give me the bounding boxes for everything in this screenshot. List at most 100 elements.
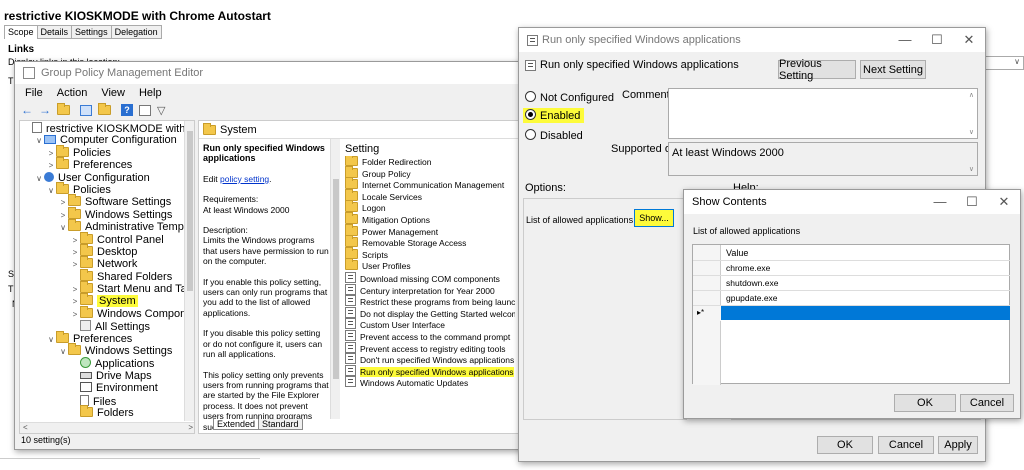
- setting-folder-item[interactable]: Logon: [345, 200, 515, 214]
- tree-node[interactable]: ∨ Policies: [22, 181, 184, 196]
- tree-node[interactable]: All Settings: [22, 320, 184, 333]
- previous-setting-button[interactable]: Previous Setting: [778, 58, 856, 82]
- filter-icon[interactable]: ▽: [157, 104, 165, 117]
- ok-button[interactable]: OK: [817, 436, 873, 454]
- setting-policy-item[interactable]: Download missing COM components: [345, 271, 515, 284]
- close-icon[interactable]: ✕: [953, 32, 985, 48]
- setting-policy-item[interactable]: Custom User Interface: [345, 318, 515, 330]
- tree-node[interactable]: > Desktop: [22, 243, 184, 258]
- tree-node[interactable]: Files: [22, 394, 184, 408]
- setting-folder-item[interactable]: Internet Communication Management: [345, 177, 515, 191]
- tree-caret[interactable]: ∨: [58, 346, 68, 358]
- enabled-radio[interactable]: Enabled: [523, 108, 585, 123]
- setting-folder-item[interactable]: User Profiles: [345, 258, 515, 272]
- value-row[interactable]: gpupdate.exe: [693, 290, 1010, 305]
- setting-column-header[interactable]: Setting: [345, 143, 379, 155]
- tree-node[interactable]: Applications: [22, 357, 184, 370]
- value-column-header[interactable]: Value: [726, 248, 748, 258]
- gpo-tab-details[interactable]: Details: [36, 25, 73, 39]
- background-dropdown[interactable]: ∨: [985, 56, 1024, 70]
- tree-node[interactable]: ∨ Computer Configuration: [22, 134, 184, 146]
- up-folder-icon[interactable]: [57, 103, 70, 115]
- minimize-icon[interactable]: —: [889, 32, 921, 48]
- explain-scrollbar[interactable]: [330, 139, 340, 419]
- tree-node[interactable]: ∨ Administrative Templates: Po: [22, 219, 194, 234]
- back-arrow-icon[interactable]: ←: [21, 103, 33, 117]
- comment-field[interactable]: ∧ ∨: [668, 88, 978, 139]
- value-row[interactable]: chrome.exe: [693, 260, 1010, 275]
- tree-node[interactable]: > System: [22, 293, 184, 308]
- setting-policy-item[interactable]: Century interpretation for Year 2000: [345, 283, 515, 296]
- value-cell[interactable]: shutdown.exe: [726, 278, 778, 288]
- not-configured-radio[interactable]: Not Configured: [525, 91, 614, 104]
- next-setting-button[interactable]: Next Setting: [860, 60, 926, 79]
- tree-node[interactable]: >Windows Components: [22, 305, 194, 320]
- menu-view[interactable]: View: [101, 87, 125, 99]
- value-cell[interactable]: gpupdate.exe: [726, 293, 778, 303]
- menu-file[interactable]: File: [25, 87, 43, 99]
- setting-folder-item[interactable]: Scripts: [345, 246, 515, 261]
- tree-caret[interactable]: ∨: [46, 334, 56, 346]
- setting-folder-item[interactable]: Mitigation Options: [345, 211, 515, 226]
- tree-node[interactable]: >Start Menu and Taskbar: [22, 281, 194, 295]
- value-row[interactable]: shutdown.exe: [693, 275, 1010, 290]
- maximize-icon[interactable]: ☐: [921, 32, 953, 48]
- tree-node[interactable]: Drive Maps: [22, 370, 184, 382]
- tree-scrollbar[interactable]: [184, 121, 194, 421]
- help-icon[interactable]: ?: [121, 104, 133, 116]
- show-tree-icon[interactable]: [80, 104, 92, 116]
- minimize-icon[interactable]: —: [924, 194, 956, 210]
- tree-node[interactable]: ∨ Preferences: [22, 330, 184, 346]
- setting-folder-item[interactable]: Power Management: [345, 223, 515, 238]
- tab-standard[interactable]: Standard: [259, 419, 303, 430]
- close-icon[interactable]: ✕: [988, 194, 1020, 210]
- edit-policy-link[interactable]: policy setting: [220, 174, 269, 184]
- setting-folder-item[interactable]: Folder Redirection: [345, 156, 515, 168]
- tree-node[interactable]: > Policies: [22, 144, 184, 159]
- setting-policy-item[interactable]: Prevent access to registry editing tools: [345, 341, 515, 354]
- tree-caret[interactable]: >: [46, 160, 56, 172]
- gpo-tab-scope[interactable]: Scope: [4, 25, 38, 39]
- apply-button[interactable]: Apply: [938, 436, 978, 454]
- tree-node[interactable]: > Preferences: [22, 157, 184, 172]
- tree-node[interactable]: Environment: [22, 382, 184, 394]
- view-icon[interactable]: [139, 104, 151, 116]
- setting-policy-item[interactable]: Prevent access to the command prompt: [345, 329, 515, 342]
- tree-hscrollbar[interactable]: < >: [20, 422, 194, 433]
- tree-caret[interactable]: ∨: [34, 173, 44, 185]
- cancel-button[interactable]: Cancel: [878, 436, 934, 454]
- show-ok-button[interactable]: OK: [894, 394, 956, 412]
- tree-caret[interactable]: ∨: [34, 135, 44, 147]
- show-cancel-button[interactable]: Cancel: [960, 394, 1014, 412]
- tree-node[interactable]: Shared Folders: [22, 268, 184, 283]
- tree-node[interactable]: > Control Panel: [22, 231, 184, 246]
- setting-policy-item[interactable]: Restrict these programs from being launc…: [345, 295, 515, 307]
- setting-policy-item[interactable]: Don't run specified Windows applications: [345, 353, 515, 365]
- export-icon[interactable]: [98, 103, 111, 115]
- setting-policy-item[interactable]: Do not display the Getting Started welco…: [345, 306, 515, 319]
- value-cell[interactable]: chrome.exe: [726, 263, 770, 273]
- show-button[interactable]: Show...: [634, 209, 674, 227]
- new-value-row[interactable]: ▸*: [693, 305, 1010, 321]
- tree-node[interactable]: ∨ User Configuration: [22, 171, 184, 185]
- tree-node[interactable]: restrictive KIOSKMODE with Chrome Au: [22, 122, 194, 135]
- tree-node[interactable]: > Windows Settings: [22, 206, 184, 221]
- tree-caret[interactable]: ∨: [58, 222, 68, 234]
- forward-arrow-icon[interactable]: →: [39, 103, 51, 117]
- gpo-tab-settings[interactable]: Settings: [71, 25, 112, 39]
- tree-node[interactable]: ∨ Windows Settings: [22, 343, 184, 358]
- setting-folder-item[interactable]: Group Policy: [345, 165, 515, 180]
- tree-caret[interactable]: >: [58, 197, 68, 209]
- tab-extended[interactable]: Extended: [213, 419, 260, 430]
- gpo-tab-delegation[interactable]: Delegation: [110, 25, 162, 39]
- tree-node[interactable]: > Network: [22, 256, 184, 270]
- setting-folder-item[interactable]: Locale Services: [345, 188, 515, 203]
- menu-help[interactable]: Help: [139, 87, 162, 99]
- setting-policy-item[interactable]: Run only specified Windows applications: [345, 364, 515, 377]
- tree-node[interactable]: > Software Settings: [22, 194, 184, 209]
- disabled-radio[interactable]: Disabled: [525, 129, 583, 142]
- setting-policy-item[interactable]: Windows Automatic Updates: [345, 376, 515, 388]
- setting-folder-item[interactable]: Removable Storage Access: [345, 235, 515, 249]
- menu-action[interactable]: Action: [57, 87, 88, 99]
- tree-node[interactable]: Folders: [22, 404, 184, 419]
